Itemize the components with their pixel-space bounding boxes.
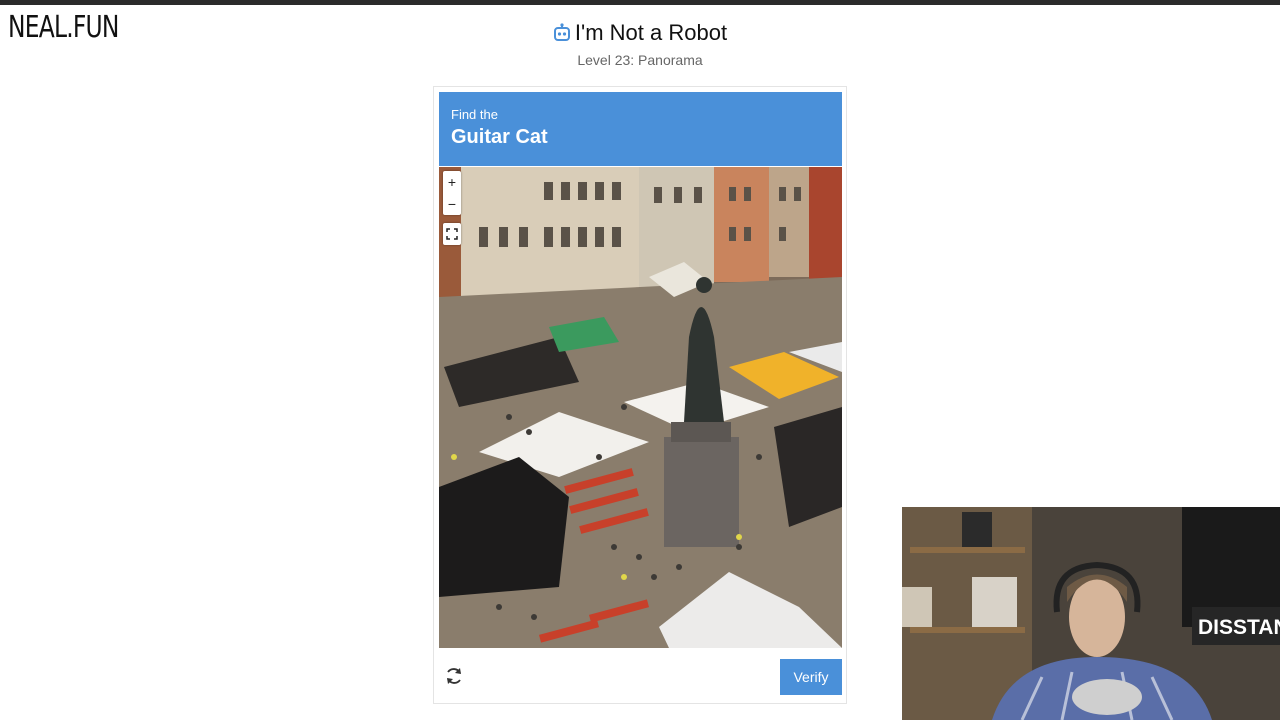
zoom-out-button[interactable]: − <box>443 193 461 215</box>
level-label: Level 23: Panorama <box>577 52 703 68</box>
captcha-widget: Find the Guitar Cat + − Verify <box>433 86 847 704</box>
webcam-sign-text: DISSTANS <box>1198 616 1280 639</box>
reload-button[interactable] <box>443 665 465 687</box>
page-title-text: I'm Not a Robot <box>574 20 728 45</box>
reload-icon <box>447 668 461 684</box>
robot-icon <box>553 23 571 43</box>
webcam-image: DISSTANS <box>902 507 1280 720</box>
captcha-prompt: Find the <box>451 107 498 122</box>
fullscreen-button[interactable] <box>443 223 461 245</box>
captcha-banner: Find the Guitar Cat <box>439 92 842 166</box>
browser-top-bar <box>0 0 1280 5</box>
page-header: I'm Not a Robot Level 23: Panorama <box>0 20 1280 68</box>
zoom-controls: + − <box>443 171 461 215</box>
fullscreen-icon <box>446 228 458 240</box>
captcha-footer: Verify <box>439 651 842 699</box>
webcam-overlay: DISSTANS <box>902 507 1280 720</box>
panorama-viewer[interactable]: + − <box>439 167 842 648</box>
verify-button[interactable]: Verify <box>780 659 842 695</box>
page-title: I'm Not a Robot <box>553 20 727 46</box>
panorama-image <box>439 167 842 648</box>
captcha-target: Guitar Cat <box>451 126 548 148</box>
zoom-in-button[interactable]: + <box>443 171 461 193</box>
